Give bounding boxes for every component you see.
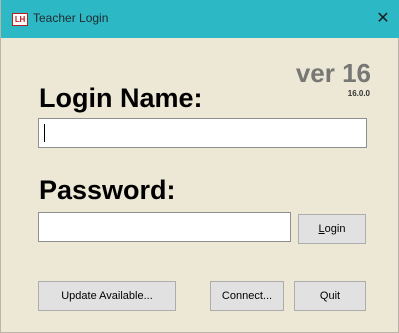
update-available-button[interactable]: Update Available... — [38, 281, 176, 311]
close-icon[interactable]: ✕ — [370, 6, 396, 32]
login-name-field[interactable] — [38, 118, 367, 148]
app-logo-icon: LH — [12, 13, 28, 26]
login-name-label: Login Name: — [39, 83, 203, 113]
password-field[interactable] — [38, 212, 291, 242]
teacher-login-window: LH Teacher Login ✕ ver 16 16.0.0 Login N… — [0, 0, 399, 333]
title-bar[interactable]: LH Teacher Login ✕ — [1, 0, 399, 38]
window-title: Teacher Login — [33, 11, 109, 25]
quit-button[interactable]: Quit — [294, 281, 366, 311]
login-button[interactable]: Login — [298, 214, 366, 244]
connect-button[interactable]: Connect... — [210, 281, 284, 311]
version-label: ver 16 — [295, 58, 371, 88]
password-label: Password: — [39, 175, 176, 205]
text-caret — [44, 124, 45, 142]
build-number: 16.0.0 — [347, 89, 370, 98]
